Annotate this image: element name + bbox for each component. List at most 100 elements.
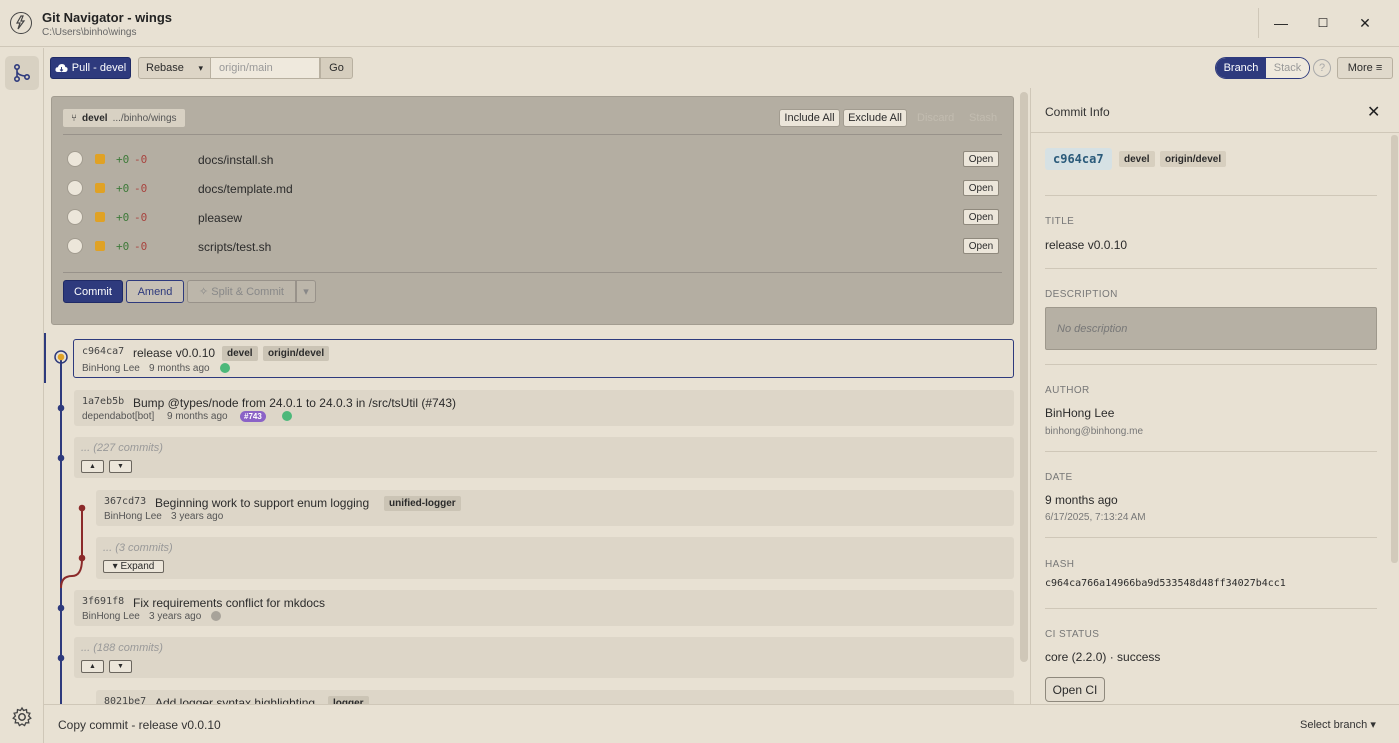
ci-status-value: core (2.2.0) · success [1045,650,1161,664]
commit-node [57,404,65,412]
date-relative: 9 months ago [1045,493,1118,507]
open-ci-button[interactable]: Open CI [1045,677,1105,702]
author-name: BinHong Lee [1045,406,1115,420]
full-hash: c964ca766a14966ba9d533548d48ff34027b4cc1 [1045,578,1286,589]
graph-pane: ⑂ devel .../binho/wings Include All Excl… [44,88,1020,704]
app-logo-icon [10,12,32,34]
ci-success-icon [220,363,230,373]
more-menu-button[interactable]: More ≡ [1337,57,1393,79]
commit-node [57,654,65,662]
commit-message: Beginning work to support enum logging [155,496,370,510]
ci-none-icon [211,611,221,621]
title-label: TITLE [1045,216,1075,227]
collapsed-commits-label: ... (227 commits) [81,442,163,454]
rebase-select[interactable]: Rebase ▾ [138,57,211,79]
maximize-button[interactable]: ☐ [1302,7,1344,39]
ci-status-label: CI STATUS [1045,629,1100,640]
commit-hash: c964ca7 [82,346,125,357]
go-button[interactable]: Go [320,57,353,79]
commit-hash: 8021be7 [104,696,147,704]
commit-time: 9 months ago [149,363,210,374]
commit-card-selected[interactable]: c964ca7 release v0.0.10 devel origin/dev… [73,339,1014,378]
commit-info-panel: Commit Info ✕ c964ca7 devel origin/devel… [1030,88,1399,704]
commit-message: release v0.0.10 [133,346,216,360]
pull-button-label: Pull - devel [71,62,127,74]
commit-author: BinHong Lee [82,363,140,374]
commit-card[interactable]: 3f691f8 Fix requirements conflict for mk… [74,590,1014,626]
branch-tag: devel [1119,151,1155,167]
commit-node [57,454,65,462]
title-bar: Git Navigator - wings C:\Users\binho\win… [0,0,1399,47]
commit-hash: 3f691f8 [82,596,125,607]
collapsed-commits-group: ... (227 commits) ▲ ▼ [74,437,1014,478]
commit-node [78,554,86,562]
graph-scrollbar[interactable] [1020,92,1028,662]
close-info-icon[interactable]: ✕ [1367,102,1380,122]
info-scrollbar[interactable] [1391,135,1398,563]
rebase-select-label: Rebase [146,62,184,74]
branch-view-icon[interactable] [5,56,39,90]
commit-author: BinHong Lee [82,611,140,622]
view-branch-button[interactable]: Branch [1216,58,1266,78]
collapsed-commits-group: ... (3 commits) ▾ Expand [96,537,1014,579]
collapsed-commits-label: ... (3 commits) [103,542,173,554]
commit-info-title: Commit Info [1045,105,1110,119]
status-message: Copy commit - release v0.0.10 [58,718,221,732]
window-path: C:\Users\binho\wings [42,27,137,38]
divider [1045,451,1377,452]
expand-up-button[interactable]: ▲ [81,460,104,473]
branch-tag: unified-logger [384,496,461,511]
expand-down-button[interactable]: ▼ [109,660,132,673]
commit-author: BinHong Lee [104,511,162,522]
chevron-down-icon: ▾ [198,62,203,73]
window-title: Git Navigator - wings [42,10,173,25]
commit-card[interactable]: 1a7eb5b Bump @types/node from 24.0.1 to … [74,390,1014,426]
commit-message: Fix requirements conflict for mkdocs [133,596,326,610]
commit-author: dependabot[bot] [82,411,155,422]
help-icon[interactable]: ? [1313,59,1331,77]
description-field[interactable]: No description [1045,307,1377,350]
hash-label: HASH [1045,559,1075,570]
status-bar: Copy commit - release v0.0.10 Select bra… [44,704,1399,743]
toolbar: Pull - devel Rebase ▾ Go Branch Stack ? … [44,48,1399,88]
divider [1045,195,1377,196]
collapsed-commits-label: ... (188 commits) [81,642,163,654]
pull-request-badge[interactable]: #743 [240,411,266,422]
pull-button[interactable]: Pull - devel [50,57,131,79]
close-window-button[interactable]: ✕ [1344,7,1386,39]
commit-time: 3 years ago [171,511,224,522]
commit-info-header: Commit Info ✕ [1031,88,1399,133]
commit-message: Bump @types/node from 24.0.1 to 24.0.3 i… [133,396,457,410]
ci-success-icon [282,411,292,421]
divider [1045,268,1377,269]
commit-time: 9 months ago [167,411,228,422]
branch-tag: logger [328,696,369,704]
divider [1045,537,1377,538]
date-label: DATE [1045,472,1073,483]
commit-time: 3 years ago [149,611,202,622]
left-rail [0,48,44,743]
settings-gear-icon[interactable] [10,705,34,729]
commit-hash-chip[interactable]: c964ca7 [1045,148,1112,170]
divider [1045,364,1377,365]
commit-message: Add logger syntax highlighting [155,696,316,704]
branch-tag: origin/devel [263,346,330,361]
commit-card[interactable]: 8021be7 Add logger syntax highlighting l… [96,690,1014,704]
expand-down-button[interactable]: ▼ [109,460,132,473]
date-absolute: 6/17/2025, 7:13:24 AM [1045,512,1146,523]
expand-up-button[interactable]: ▲ [81,660,104,673]
window-controls-divider [1258,8,1259,38]
collapsed-commits-group: ... (188 commits) ▲ ▼ [74,637,1014,678]
view-toggle: Branch Stack [1215,57,1310,79]
minimize-button[interactable]: — [1260,7,1302,39]
branch-tag: devel [222,346,258,361]
view-stack-button[interactable]: Stack [1266,58,1309,78]
select-branch-dropdown[interactable]: Select branch ▾ [1300,718,1376,731]
commit-node [57,604,65,612]
commit-card[interactable]: 367cd73 Beginning work to support enum l… [96,490,1014,526]
expand-button[interactable]: ▾ Expand [103,560,164,573]
divider [1045,608,1377,609]
commit-hash: 1a7eb5b [82,396,125,407]
target-branch-input[interactable] [210,57,320,79]
description-label: DESCRIPTION [1045,289,1118,300]
